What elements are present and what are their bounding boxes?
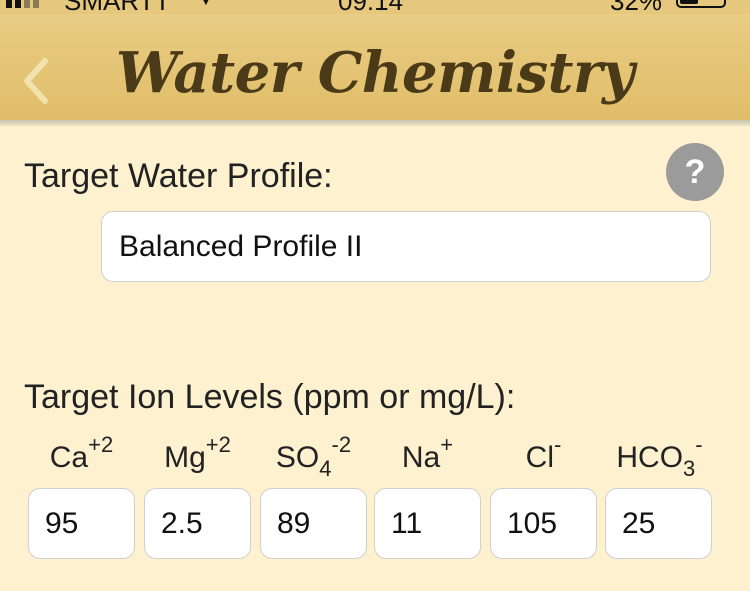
status-time: 09:14	[338, 0, 403, 14]
ion-header-magnesium: Mg+2	[164, 432, 231, 474]
status-bar: SMARTT ▼ 09:14 32%	[0, 0, 750, 14]
calcium-value: 95	[45, 506, 79, 540]
ion-header-sodium: Na+	[401, 432, 454, 474]
ion-header-bicarbonate: HCO3-	[616, 432, 703, 481]
ion-header-sulfate: SO4-2	[275, 432, 352, 481]
target-ion-levels-label: Target Ion Levels (ppm or mg/L):	[24, 378, 516, 416]
magnesium-value: 2.5	[161, 506, 203, 540]
ion-header-chloride: Cl-	[525, 432, 562, 474]
carrier-name: SMARTT	[64, 0, 170, 14]
ion-header-calcium: Ca+2	[49, 432, 114, 474]
battery-percent: 32%	[610, 0, 662, 14]
sulfate-input[interactable]: 89	[260, 488, 367, 559]
battery-icon	[676, 0, 726, 8]
profile-value: Balanced Profile II	[119, 229, 363, 263]
target-water-profile-field[interactable]: Balanced Profile II	[101, 211, 711, 282]
bicarbonate-input[interactable]: 25	[605, 488, 712, 559]
magnesium-input[interactable]: 2.5	[144, 488, 251, 559]
sodium-input[interactable]: 11	[374, 488, 481, 559]
chloride-input[interactable]: 105	[490, 488, 597, 559]
chloride-value: 105	[507, 506, 558, 540]
sodium-value: 11	[391, 506, 423, 540]
calcium-input[interactable]: 95	[28, 488, 135, 559]
help-button[interactable]: ?	[666, 143, 724, 201]
ion-headers: Ca+2 Mg+2 SO4-2 Na+ Cl- HCO3-	[28, 432, 718, 486]
signal-strength-icon	[6, 0, 39, 8]
target-water-profile-label: Target Water Profile:	[24, 157, 333, 195]
question-mark-icon: ?	[684, 152, 706, 191]
page-title: Water Chemistry	[115, 40, 635, 106]
sulfate-value: 89	[277, 506, 311, 540]
bicarbonate-value: 25	[622, 506, 656, 540]
nav-bar: Water Chemistry	[0, 14, 750, 120]
wifi-icon: ▼	[196, 0, 216, 11]
nav-divider	[0, 120, 750, 126]
